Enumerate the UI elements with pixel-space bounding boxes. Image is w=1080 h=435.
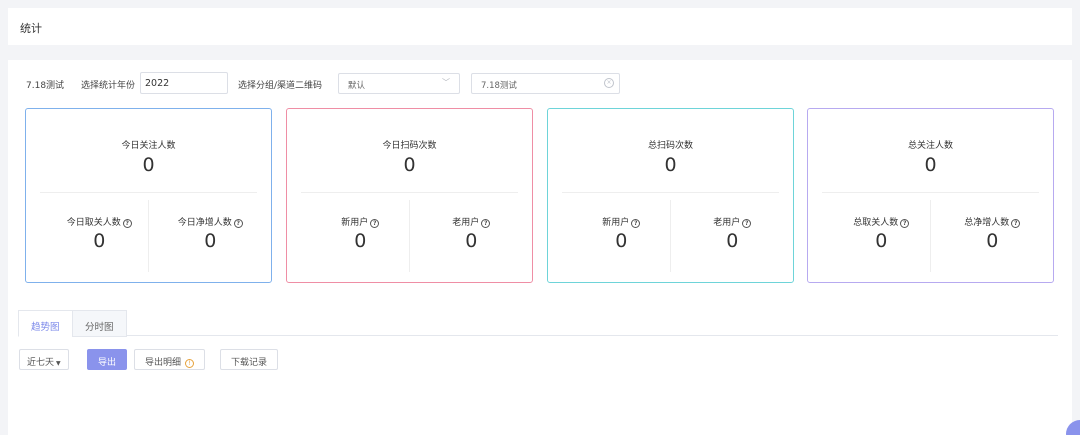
card-sub-left-value: 0 [354,230,367,252]
channel-select-value: 7.18测试 [481,81,517,91]
card-value: 0 [142,154,155,176]
caret-down-icon: ▼ [56,360,61,367]
tab-hourly[interactable]: 分时图 [72,310,127,337]
question-circle-icon[interactable]: ? [1011,219,1021,228]
export-button[interactable]: 导出 [87,349,128,370]
page-title: 统计 [20,22,42,35]
test-label: 7.18测试 [26,81,65,91]
card-sub-right-value: 0 [986,230,999,252]
card-title: 今日关注人数 [121,141,176,151]
card-title: 总扫码次数 [647,141,693,151]
range-dropdown-label: 近七天 [27,358,55,368]
year-input[interactable]: 2022 [140,72,228,94]
card-sub-left-label: 总取关人数 [853,218,899,228]
card-title: 总关注人数 [907,141,953,151]
card-sub-left-value: 0 [93,230,106,252]
card-sub-right-value: 0 [465,230,478,252]
main-panel: 7.18测试 选择统计年份 2022 选择分组/渠道二维码 默认 ﹀ 7.18测… [8,60,1072,435]
question-circle-icon[interactable]: ? [900,219,910,228]
card-sub-right-value: 0 [726,230,739,252]
card-sub-right-label: 老用户 [713,218,741,228]
card-sub-left-label: 今日取关人数 [66,218,121,228]
range-dropdown[interactable]: 近七天 ▼ [19,349,69,370]
year-label: 选择统计年份 [81,81,136,91]
card-sub-right: 老用户? [410,215,533,228]
divider [301,192,518,193]
card-sub-left: 新用户? [560,215,683,228]
page-header: 统计 [8,8,1072,45]
chevron-down-icon: ﹀ [442,78,450,87]
question-circle-icon[interactable]: ? [481,219,491,228]
chart-tabs: 趋势图 分时图 [18,310,1058,337]
card-sub-right: 总净增人数? [931,215,1054,228]
card-sub-right-label: 老用户 [452,218,480,228]
question-circle-icon[interactable]: ? [233,219,243,228]
card-sub-right-label: 今日净增人数 [177,218,232,228]
card-sub-left: 今日取关人数? [38,215,161,228]
question-circle-icon[interactable]: ? [742,219,752,228]
stat-card-today-follow: 今日关注人数 0 今日取关人数? 0 今日净增人数? 0 [25,108,272,283]
card-value: 0 [664,154,677,176]
divider [40,192,257,193]
stat-card-today-scan: 今日扫码次数 0 新用户? 0 老用户? 0 [286,108,533,283]
card-sub-left-label: 新用户 [341,218,369,228]
export-detail-label: 导出明细 [145,358,182,368]
card-title: 今日扫码次数 [382,141,437,151]
card-sub-left-value: 0 [875,230,888,252]
question-circle-icon[interactable]: ? [631,219,641,228]
channel-select[interactable]: 7.18测试 × [471,73,620,94]
clear-circle-icon[interactable]: × [604,78,614,88]
card-sub-left-label: 新用户 [602,218,630,228]
stat-card-total-follow: 总关注人数 0 总取关人数? 0 总净增人数? 0 [807,108,1054,283]
stat-card-total-scan: 总扫码次数 0 新用户? 0 老用户? 0 [547,108,794,283]
card-sub-right: 今日净增人数? [149,215,272,228]
question-circle-icon[interactable]: ? [370,219,380,228]
export-detail-button[interactable]: 导出明细! [134,349,206,370]
card-value: 0 [924,154,937,176]
card-value: 0 [403,154,416,176]
divider [562,192,779,193]
download-records-button[interactable]: 下载记录 [220,349,279,370]
tab-trend[interactable]: 趋势图 [18,310,73,337]
card-sub-right-label: 总净增人数 [964,218,1010,228]
card-sub-left-value: 0 [615,230,628,252]
card-sub-left: 新用户? [299,215,422,228]
card-sub-left: 总取关人数? [820,215,943,228]
card-sub-right-value: 0 [204,230,217,252]
group-label: 选择分组/渠道二维码 [238,81,323,91]
filter-bar: 7.18测试 选择统计年份 2022 选择分组/渠道二维码 默认 ﹀ 7.18测… [8,72,1072,94]
card-sub-right: 老用户? [671,215,794,228]
warning-circle-icon: ! [185,359,195,368]
chart-toolbar: 近七天 ▼ 导出 导出明细! 下载记录 [19,349,619,371]
group-select-value: 默认 [348,81,366,91]
divider [822,192,1039,193]
question-circle-icon[interactable]: ? [122,219,132,228]
group-select[interactable]: 默认 ﹀ [338,73,460,94]
